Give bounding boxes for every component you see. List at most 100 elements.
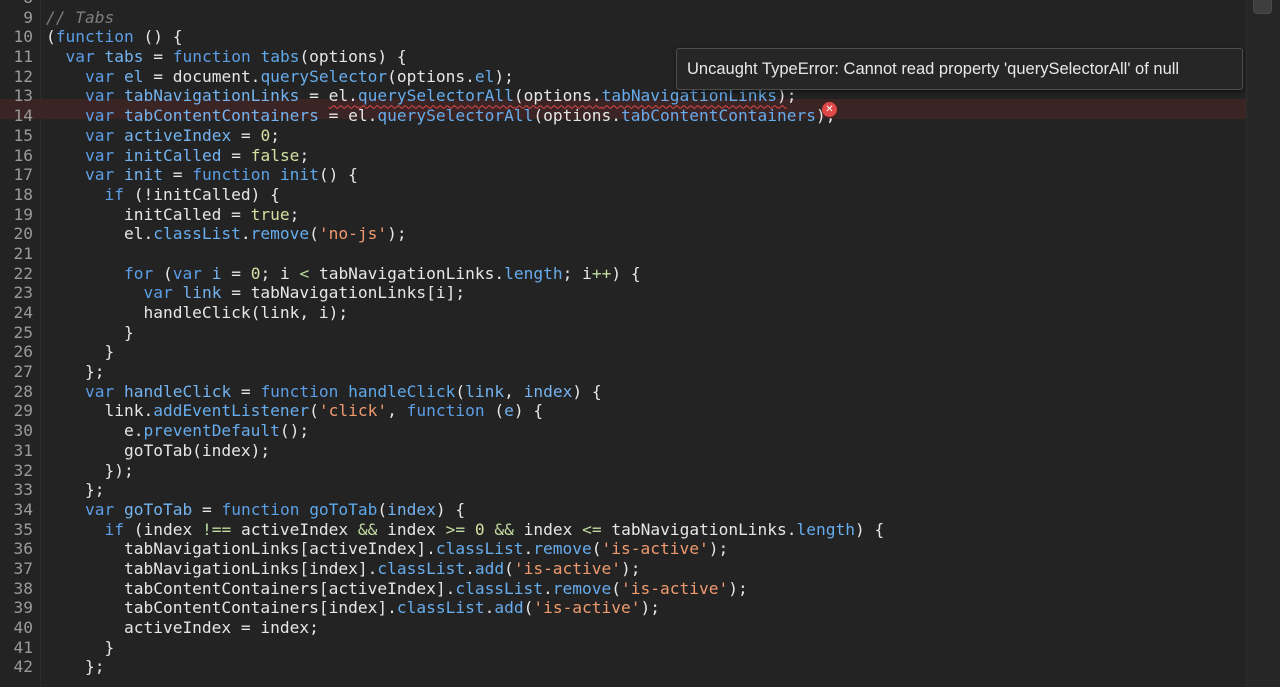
- line-text[interactable]: var activeIndex = 0;: [46, 126, 280, 146]
- line-text[interactable]: var handleClick = function handleClick(l…: [46, 382, 602, 402]
- code-area[interactable]: 89 // Tabs 10 (function () { 11 var tabs = f…: [0, 0, 1246, 677]
- line-number: 40: [13, 618, 34, 637]
- code-line[interactable]: 35 if (index !== activeIndex && index >=…: [0, 520, 1246, 540]
- line-text[interactable]: tabNavigationLinks[activeIndex].classLis…: [46, 539, 728, 559]
- line-number: 31: [13, 440, 34, 460]
- line-text[interactable]: var goToTab = function goToTab(index) {: [46, 500, 465, 520]
- line-text[interactable]: (function () {: [46, 27, 182, 47]
- code-line[interactable]: 36 tabNavigationLinks[activeIndex].class…: [0, 539, 1246, 559]
- line-number: 18: [13, 184, 34, 204]
- code-line[interactable]: 42 };: [0, 657, 1246, 677]
- code-editor[interactable]: 89 // Tabs 10 (function () { 11 var tabs = f…: [0, 0, 1280, 687]
- scrollbar-thumb[interactable]: [1253, 0, 1272, 14]
- line-text[interactable]: var initCalled = false;: [46, 146, 309, 166]
- line-number: 38: [13, 578, 34, 598]
- line-text[interactable]: };: [46, 480, 105, 500]
- code-line[interactable]: 28 var handleClick = function handleClic…: [0, 382, 1246, 402]
- line-number: 14: [13, 106, 34, 126]
- code-line[interactable]: 24 handleClick(link, i);: [0, 303, 1246, 323]
- code-line[interactable]: 38 tabContentContainers[activeIndex].cla…: [0, 579, 1246, 599]
- line-number: 35: [13, 519, 34, 539]
- line-text[interactable]: var init = function init() {: [46, 165, 358, 185]
- code-line[interactable]: 30 e.preventDefault();: [0, 421, 1246, 441]
- line-text[interactable]: goToTab(index);: [46, 441, 270, 461]
- code-line[interactable]: 34 var goToTab = function goToTab(index)…: [0, 500, 1246, 520]
- code-line[interactable]: 39 tabContentContainers[index].classList…: [0, 598, 1246, 618]
- code-line[interactable]: 22 for (var i = 0; i < tabNavigationLink…: [0, 264, 1246, 284]
- line-text[interactable]: });: [46, 461, 133, 481]
- line-text[interactable]: }: [46, 638, 114, 658]
- code-line[interactable]: 18 if (!initCalled) {: [0, 185, 1246, 205]
- error-circle-icon[interactable]: ✕: [822, 102, 837, 117]
- line-number: 16: [13, 145, 34, 165]
- line-number: 29: [13, 401, 34, 421]
- error-message: Uncaught TypeError: Cannot read property…: [687, 60, 1180, 78]
- line-number: 9: [23, 7, 33, 27]
- line-number: 23: [13, 283, 34, 303]
- line-number: 32: [13, 460, 34, 480]
- line-number: 22: [13, 263, 34, 283]
- line-text[interactable]: var el = document.querySelector(options.…: [46, 67, 514, 87]
- code-line[interactable]: 10 (function () {: [0, 27, 1246, 47]
- line-text[interactable]: activeIndex = index;: [46, 618, 319, 638]
- line-number: 21: [13, 243, 34, 263]
- line-text[interactable]: var tabs = function tabs(options) {: [46, 47, 407, 67]
- code-line[interactable]: 26 }: [0, 342, 1246, 362]
- line-text[interactable]: for (var i = 0; i < tabNavigationLinks.l…: [46, 264, 641, 284]
- code-line[interactable]: 37 tabNavigationLinks[index].classList.a…: [0, 559, 1246, 579]
- code-line[interactable]: 25 }: [0, 323, 1246, 343]
- line-text[interactable]: var link = tabNavigationLinks[i];: [46, 283, 465, 303]
- vertical-scrollbar[interactable]: [1246, 0, 1280, 687]
- line-number: 15: [13, 125, 34, 145]
- code-line[interactable]: 31 goToTab(index);: [0, 441, 1246, 461]
- line-number: 28: [13, 381, 34, 401]
- line-text[interactable]: var tabContentContainers = el.querySelec…: [46, 106, 835, 126]
- line-text[interactable]: };: [46, 362, 105, 382]
- line-number: 19: [13, 204, 34, 224]
- code-line[interactable]: 20 el.classList.remove('no-js');: [0, 224, 1246, 244]
- code-line[interactable]: 27 };: [0, 362, 1246, 382]
- line-number: 24: [13, 303, 34, 322]
- line-text[interactable]: link.addEventListener('click', function …: [46, 401, 543, 421]
- code-line[interactable]: 32 });: [0, 461, 1246, 481]
- line-text[interactable]: // Tabs: [46, 8, 114, 28]
- code-line[interactable]: 16 var initCalled = false;: [0, 146, 1246, 166]
- line-text[interactable]: if (index !== activeIndex && index >= 0 …: [46, 520, 884, 540]
- line-text[interactable]: e.preventDefault();: [46, 421, 309, 441]
- code-line[interactable]: 17 var init = function init() {: [0, 165, 1246, 185]
- line-number: 25: [13, 322, 34, 342]
- line-number: 10: [13, 27, 34, 47]
- line-number: 42: [13, 657, 34, 677]
- line-text[interactable]: };: [46, 657, 105, 677]
- code-line[interactable]: 15 var activeIndex = 0;: [0, 126, 1246, 146]
- line-text[interactable]: el.classList.remove('no-js');: [46, 224, 407, 244]
- line-text[interactable]: if (!initCalled) {: [46, 185, 279, 205]
- code-line[interactable]: 33 };: [0, 480, 1246, 500]
- code-line[interactable]: 8: [0, 0, 1246, 8]
- code-line[interactable]: 19 initCalled = true;: [0, 205, 1246, 225]
- line-number: 36: [13, 539, 34, 559]
- code-line[interactable]: 41 }: [0, 638, 1246, 658]
- line-number: 37: [13, 558, 34, 578]
- line-number: 20: [13, 224, 34, 244]
- line-number: 8: [0, 0, 33, 8]
- line-text[interactable]: handleClick(link, i);: [46, 303, 348, 323]
- code-line[interactable]: 23 var link = tabNavigationLinks[i];: [0, 283, 1246, 303]
- line-number: 27: [13, 362, 34, 382]
- code-line[interactable]: 40 activeIndex = index;: [0, 618, 1246, 638]
- line-text[interactable]: initCalled = true;: [46, 205, 299, 225]
- line-text[interactable]: }: [46, 323, 134, 343]
- line-number: 41: [13, 637, 34, 657]
- code-line[interactable]: 21: [0, 244, 1246, 264]
- code-line[interactable]: 9 // Tabs: [0, 8, 1246, 28]
- line-number: 11: [13, 47, 34, 67]
- line-number: 30: [13, 421, 34, 441]
- line-text[interactable]: }: [46, 342, 114, 362]
- line-text[interactable]: tabNavigationLinks[index].classList.add(…: [46, 559, 641, 579]
- code-line[interactable]: 14 var tabContentContainers = el.querySe…: [0, 106, 1246, 126]
- line-number: 26: [13, 342, 34, 362]
- line-text[interactable]: tabContentContainers[index].classList.ad…: [46, 598, 660, 618]
- line-text[interactable]: tabContentContainers[activeIndex].classL…: [46, 579, 748, 599]
- line-number: 39: [13, 598, 34, 618]
- code-line[interactable]: 29 link.addEventListener('click', functi…: [0, 401, 1246, 421]
